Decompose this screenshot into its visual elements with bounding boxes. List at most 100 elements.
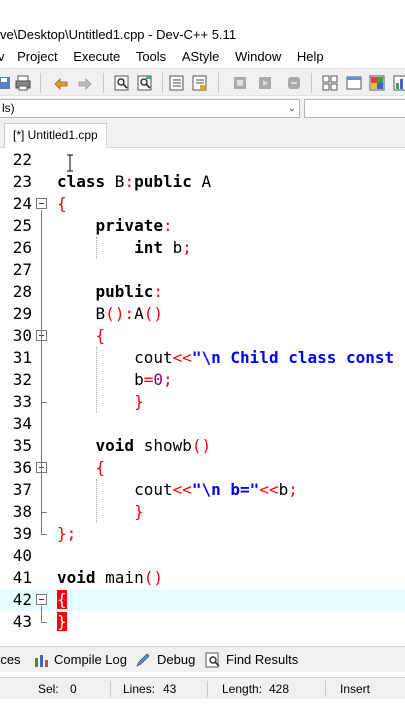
line-number: 26 xyxy=(12,238,32,257)
code-line[interactable]: 32 b=0; xyxy=(0,369,405,391)
code-line[interactable]: 40 xyxy=(0,545,405,567)
menu-project[interactable]: Project xyxy=(17,46,57,68)
save-all-icon[interactable] xyxy=(0,73,14,93)
line-number: 25 xyxy=(12,216,32,235)
code-text: } xyxy=(134,392,144,411)
code-text: int b; xyxy=(134,238,192,257)
code-line[interactable]: 37 cout<<"\n b="<<b; xyxy=(0,479,405,501)
debug-icon xyxy=(136,653,150,667)
code-line[interactable]: 28 public: xyxy=(0,281,405,303)
tab-resources[interactable]: rces xyxy=(0,651,21,669)
line-number: 30 xyxy=(12,326,32,345)
code-text: }; xyxy=(57,524,77,543)
tab-find-results[interactable]: Find Results xyxy=(205,651,298,669)
line-number: 34 xyxy=(12,414,32,433)
menu-help[interactable]: Help xyxy=(297,46,324,68)
find-results-icon xyxy=(205,652,220,668)
code-text: { xyxy=(57,194,67,213)
code-line[interactable]: 23 class B:public A xyxy=(0,171,405,193)
line-number: 29 xyxy=(12,304,32,323)
status-sel-label: Sel: xyxy=(38,682,59,696)
code-line[interactable]: 26 int b; xyxy=(0,237,405,259)
code-text: public: xyxy=(95,282,163,301)
text-cursor-icon xyxy=(67,154,73,172)
code-text: b=0; xyxy=(57,370,173,389)
code-line[interactable]: 43} xyxy=(0,611,405,633)
status-bar: Sel: 0 Lines: 43 Length: 428 Insert xyxy=(0,677,405,699)
tab-untitled1[interactable]: [*] Untitled1.cpp xyxy=(4,123,107,148)
menu-astyle[interactable]: AStyle xyxy=(182,46,220,68)
line-number: 42 xyxy=(12,590,32,609)
layout-icon[interactable] xyxy=(367,73,387,93)
indent-icon[interactable] xyxy=(167,73,187,93)
line-number: 24 xyxy=(12,194,32,213)
code-line[interactable]: 24 { xyxy=(0,193,405,215)
status-sel-value: 0 xyxy=(70,682,77,696)
replace-icon[interactable] xyxy=(135,73,155,93)
menu-bar: v Project Execute Tools AStyle Window He… xyxy=(0,46,405,68)
line-number: 36 xyxy=(12,458,32,477)
bottom-panel-tabs: rces Compile Log Debug Find Results xyxy=(0,646,405,672)
chevron-down-icon[interactable]: ⌄ xyxy=(288,100,296,117)
code-line[interactable]: 36 { xyxy=(0,457,405,479)
line-number: 37 xyxy=(12,480,32,499)
line-number: 35 xyxy=(12,436,32,455)
printer-icon[interactable] xyxy=(13,73,33,93)
unindent-icon[interactable] xyxy=(190,73,210,93)
code-line[interactable]: 42 { xyxy=(0,589,405,611)
code-editor[interactable]: 22 23 class B:public A 24{25 private: 26 int… xyxy=(0,149,405,636)
member-combo[interactable] xyxy=(304,99,405,118)
fold-collapse-icon[interactable] xyxy=(36,198,47,209)
class-browser-row: ls) ⌄ xyxy=(0,98,405,120)
code-line[interactable]: 29 B():A() xyxy=(0,303,405,325)
line-number: 40 xyxy=(12,546,32,565)
tab-debug[interactable]: Debug xyxy=(135,651,195,669)
code-line[interactable]: 30 { xyxy=(0,325,405,347)
tab-resources-label: rces xyxy=(0,652,21,667)
code-text: void showb() xyxy=(95,436,212,455)
code-line[interactable]: 33 } xyxy=(0,391,405,413)
menu-view[interactable]: v xyxy=(0,46,5,68)
compile-icon[interactable] xyxy=(230,73,250,93)
new-class-icon[interactable] xyxy=(320,73,340,93)
code-line[interactable]: 38 } xyxy=(0,501,405,523)
code-text: { xyxy=(95,458,106,477)
status-length-label: Length: xyxy=(222,682,263,696)
line-number: 43 xyxy=(12,612,32,631)
status-mode: Insert xyxy=(340,682,371,696)
undo-icon[interactable] xyxy=(51,73,71,93)
code-line[interactable]: 22 xyxy=(0,149,405,171)
line-number: 32 xyxy=(12,370,32,389)
menu-window[interactable]: Window xyxy=(235,46,281,68)
code-line[interactable]: 31 cout<<"\n Child class const xyxy=(0,347,405,369)
editor-tab-strip: [*] Untitled1.cpp xyxy=(0,120,405,148)
code-line[interactable]: 25 private: xyxy=(0,215,405,237)
code-line[interactable]: 39}; xyxy=(0,523,405,545)
stop-icon[interactable] xyxy=(284,73,304,93)
status-lines-value: 43 xyxy=(163,682,177,696)
fold-collapse-icon[interactable] xyxy=(36,594,47,605)
code-text: } xyxy=(57,612,67,631)
line-number: 39 xyxy=(12,524,32,543)
line-number: 23 xyxy=(12,172,32,191)
code-line[interactable]: 35 void showb() xyxy=(0,435,405,457)
line-number: 28 xyxy=(12,282,32,301)
class-combo-value: ls) xyxy=(2,101,15,115)
code-line[interactable]: 27 xyxy=(0,259,405,281)
code-text: void main() xyxy=(57,568,163,587)
line-number: 27 xyxy=(12,260,32,279)
code-text: B():A() xyxy=(57,304,164,323)
code-text: private: xyxy=(95,216,173,235)
code-line[interactable]: 41 void main() xyxy=(0,567,405,589)
menu-execute[interactable]: Execute xyxy=(73,46,120,68)
tab-find-results-label: Find Results xyxy=(226,652,299,667)
chart-icon[interactable] xyxy=(391,73,405,93)
new-window-icon[interactable] xyxy=(344,73,364,93)
code-line[interactable]: 34 xyxy=(0,413,405,435)
class-combo[interactable]: ls) ⌄ xyxy=(0,99,300,118)
tab-compile-log[interactable]: Compile Log xyxy=(34,651,127,669)
run-icon[interactable] xyxy=(255,73,275,93)
menu-tools[interactable]: Tools xyxy=(136,46,166,68)
find-icon[interactable] xyxy=(112,73,132,93)
redo-icon[interactable] xyxy=(75,73,95,93)
